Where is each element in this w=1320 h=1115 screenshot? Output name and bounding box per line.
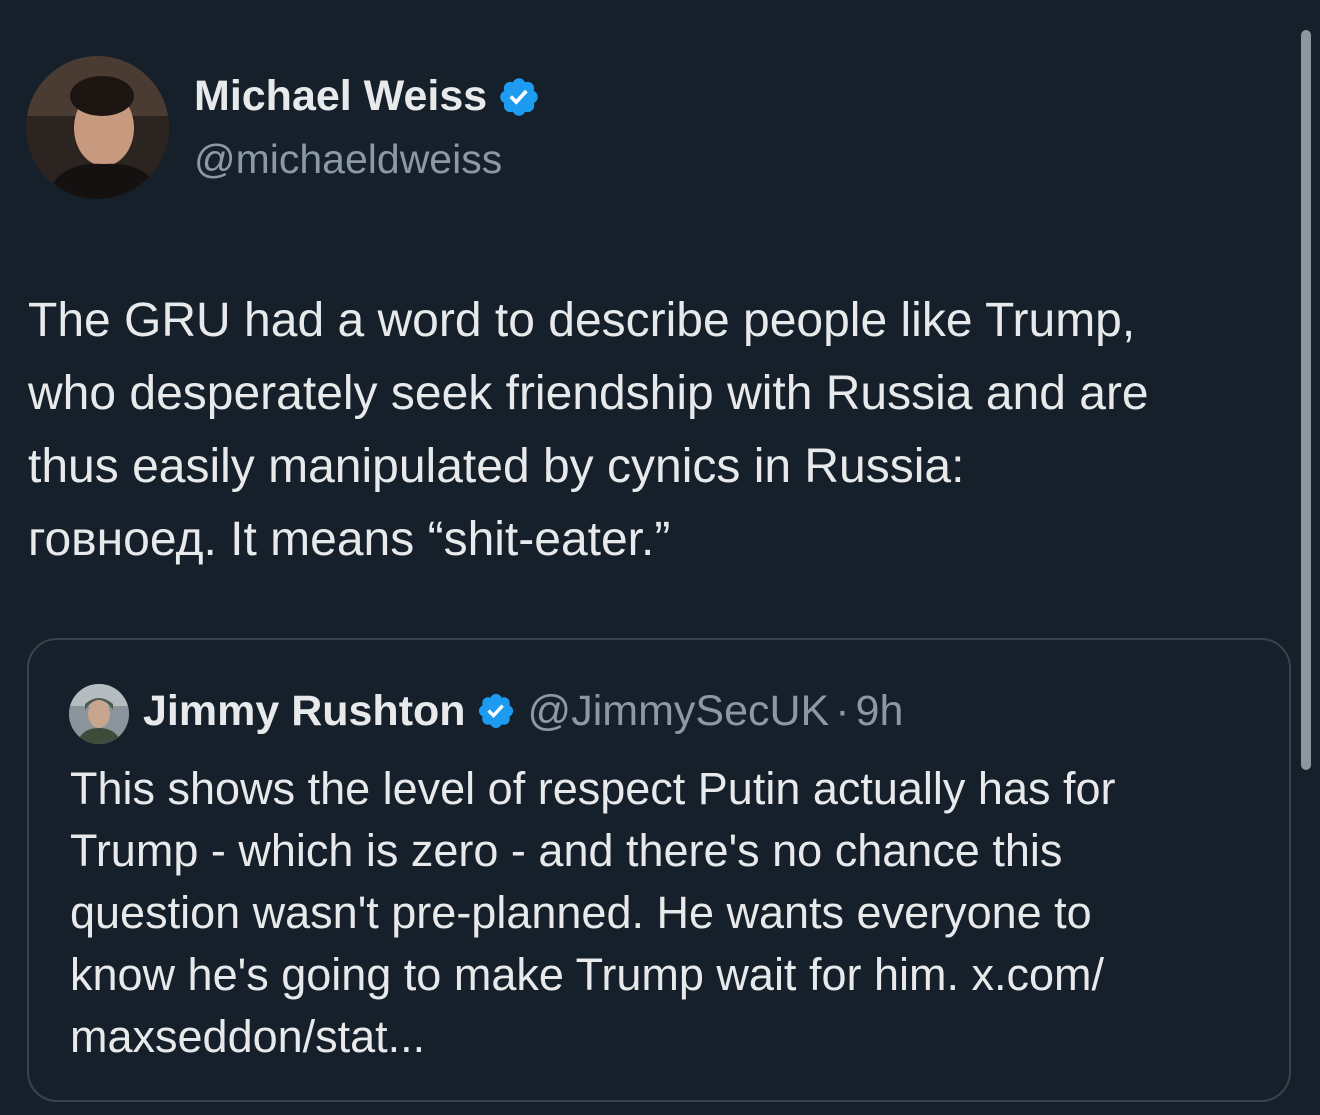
quoted-tweet-text: This shows the level of respect Putin ac…	[70, 763, 1116, 1062]
author-handle[interactable]: @michaeldweiss	[194, 136, 502, 183]
quoted-tweet-timestamp[interactable]: 9h	[856, 685, 904, 737]
verified-badge-icon	[476, 691, 516, 731]
author-name-text: Michael Weiss	[194, 72, 488, 120]
author-avatar[interactable]	[26, 56, 169, 199]
separator-dot: ·	[835, 687, 850, 735]
quoted-tweet-card[interactable]: Jimmy Rushton @JimmySecUK · 9h This show…	[27, 638, 1291, 1102]
quoted-tweet-header: Jimmy Rushton @JimmySecUK · 9h	[143, 685, 903, 737]
author-name[interactable]: Michael Weiss	[194, 72, 541, 121]
quoted-author-avatar[interactable]	[69, 684, 129, 744]
quoted-author-handle[interactable]: @JimmySecUK	[528, 685, 830, 737]
scrollbar[interactable]	[1301, 30, 1311, 770]
verified-badge-icon	[497, 75, 541, 119]
quoted-author-name[interactable]: Jimmy Rushton	[143, 685, 466, 737]
tweet-text: The GRU had a word to describe people li…	[28, 294, 1149, 566]
